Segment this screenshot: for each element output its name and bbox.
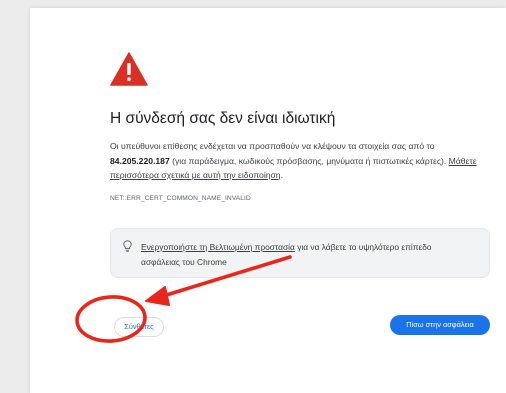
intro-suffix: (για παράδειγμα, κωδικούς πρόσβασης, μην… <box>169 155 449 166</box>
enhanced-protection-text: Ενεργοποιήστε τη Βελτιωμένη προστασία γι… <box>141 240 471 269</box>
back-to-safety-button[interactable]: Πίσω στην ασφάλεια <box>390 315 490 335</box>
host-address: 84.205.220.187 <box>110 155 170 166</box>
interstitial-page: Η σύνδεσή σας δεν είναι ιδιωτική Οι υπεύ… <box>30 8 506 393</box>
lightbulb-icon <box>123 240 132 252</box>
warning-triangle-icon <box>110 52 148 86</box>
page-title: Η σύνδεσή σας δεν είναι ιδιωτική <box>110 110 336 127</box>
intro-end: . <box>280 170 283 180</box>
enhanced-protection-box: Ενεργοποιήστε τη Βελτιωμένη προστασία γι… <box>110 228 490 278</box>
enhanced-protection-link[interactable]: Ενεργοποιήστε τη Βελτιωμένη προστασία <box>141 242 295 252</box>
error-code: NET::ERR_CERT_COMMON_NAME_INVALID <box>110 195 251 202</box>
intro-prefix: Οι υπεύθυνοι επίθεσης ενδέχεται να προσπ… <box>110 141 435 151</box>
advanced-button[interactable]: Σύνθετες <box>114 317 164 337</box>
warning-description: Οι υπεύθυνοι επίθεσης ενδέχεται να προσπ… <box>110 139 490 183</box>
